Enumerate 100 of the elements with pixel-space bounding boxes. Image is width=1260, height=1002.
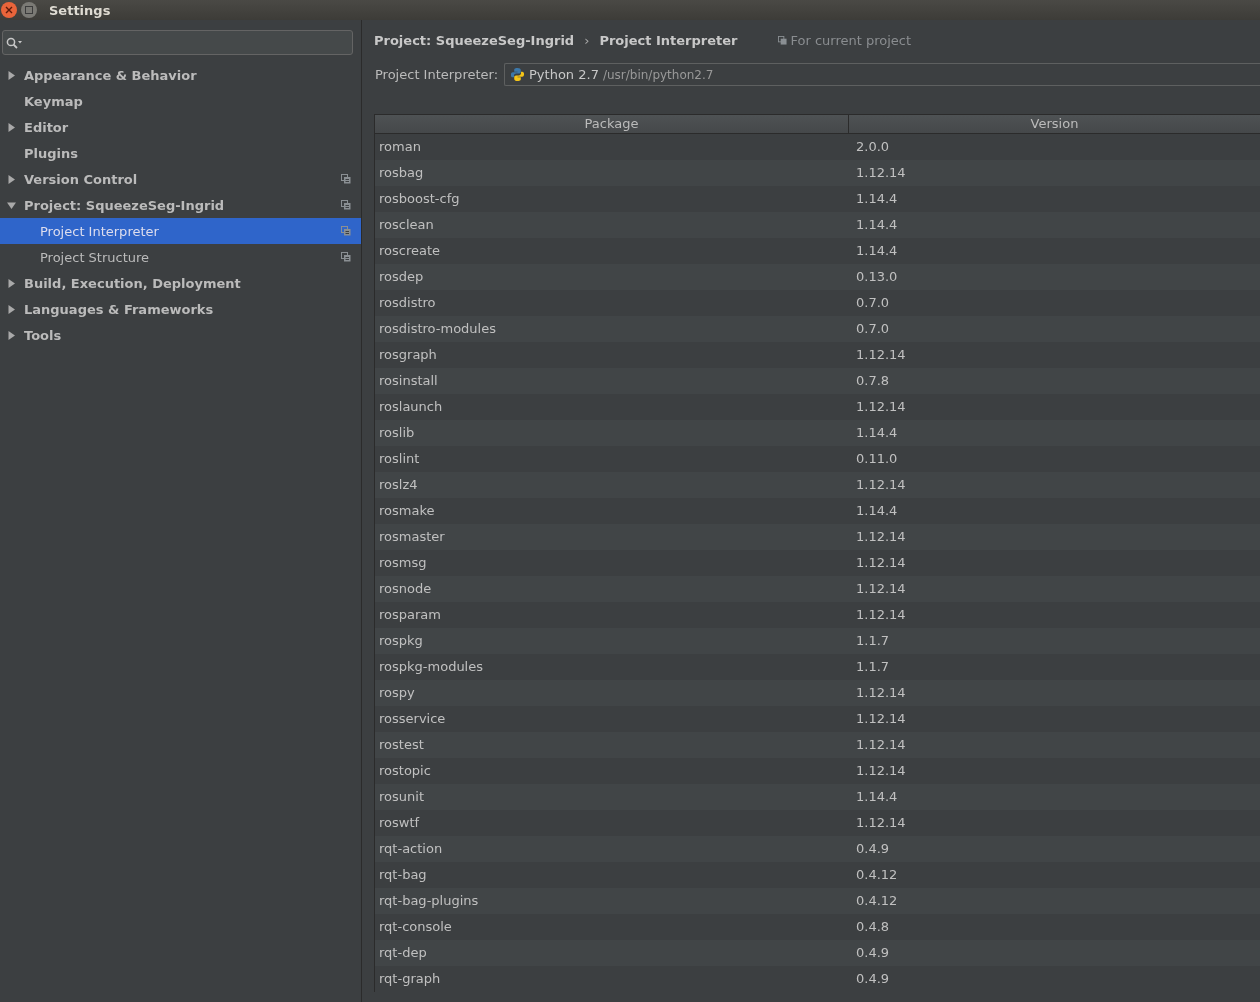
table-cell-text: rosgraph bbox=[378, 346, 438, 364]
collapsed-arrow-icon[interactable] bbox=[7, 175, 16, 184]
table-cell-text: 1.14.4 bbox=[855, 242, 899, 260]
sidebar-item[interactable]: Project Structure bbox=[0, 244, 361, 270]
close-icon bbox=[5, 6, 13, 14]
table-cell-text: 1.12.14 bbox=[855, 580, 907, 598]
table-cell-text: 1.12.14 bbox=[855, 736, 907, 754]
table-cell-text: rosmsg bbox=[378, 554, 428, 572]
collapsed-arrow-icon[interactable] bbox=[7, 71, 16, 80]
sidebar-item[interactable]: Project: SqueezeSeg-Ingrid bbox=[0, 192, 361, 218]
column-header[interactable]: Version bbox=[849, 115, 1260, 133]
table-cell-text: rqt-console bbox=[378, 918, 453, 936]
table-cell-text: 1.12.14 bbox=[855, 710, 907, 728]
expanded-arrow-icon[interactable] bbox=[7, 201, 16, 210]
sidebar-item[interactable]: Editor bbox=[0, 114, 361, 140]
interpreter-dropdown[interactable]: Python 2.7 /usr/bin/python2.7 bbox=[504, 63, 1260, 86]
table-cell-text: rospy bbox=[378, 684, 416, 702]
table-cell-text: rosmaster bbox=[378, 528, 446, 546]
table-cell-text: rqt-action bbox=[378, 840, 444, 858]
sidebar-item[interactable]: Appearance & Behavior bbox=[0, 62, 361, 88]
table-cell-text: rosboost-cfg bbox=[378, 190, 461, 208]
table-cell-text: 2.0.0 bbox=[855, 138, 891, 156]
copy-icon bbox=[341, 252, 351, 262]
table-cell-text: rosservice bbox=[378, 710, 447, 728]
search-icon bbox=[6, 36, 23, 49]
table-cell-text: rosmake bbox=[378, 502, 436, 520]
collapsed-arrow-icon[interactable] bbox=[7, 331, 16, 340]
table-cell-text: 1.1.7 bbox=[855, 658, 891, 676]
table-cell-text: 0.7.8 bbox=[855, 372, 891, 390]
sidebar-item[interactable]: Tools bbox=[0, 322, 361, 348]
table-cell-text: rqt-graph bbox=[378, 970, 442, 988]
copy-icon bbox=[341, 226, 351, 236]
table-cell-text: 1.12.14 bbox=[855, 684, 907, 702]
copy-icon bbox=[341, 174, 351, 184]
table-cell-text: 1.12.14 bbox=[855, 398, 907, 416]
table-cell-text: 1.14.4 bbox=[855, 216, 899, 234]
column-header[interactable]: Package bbox=[375, 115, 849, 133]
table-cell-text: rosnode bbox=[378, 580, 433, 598]
table-cell-text: 1.12.14 bbox=[855, 346, 907, 364]
table-cell-text: 1.12.14 bbox=[855, 528, 907, 546]
table-cell-text: 0.4.8 bbox=[855, 918, 891, 936]
breadcrumb-item: Project Interpreter bbox=[599, 32, 738, 48]
table-cell-text: 1.12.14 bbox=[855, 762, 907, 780]
table-cell-text: rosparam bbox=[378, 606, 442, 624]
table-cell-text: rosclean bbox=[378, 216, 435, 234]
table-cell-text: rqt-bag-plugins bbox=[378, 892, 480, 910]
python-logo-icon bbox=[510, 67, 526, 82]
sidebar-item[interactable]: Version Control bbox=[0, 166, 361, 192]
breadcrumb-separator: › bbox=[584, 32, 590, 48]
table-cell-text: 0.4.9 bbox=[855, 944, 891, 962]
table-cell-text: roman bbox=[378, 138, 422, 156]
sidebar-item[interactable]: Project Interpreter bbox=[0, 218, 361, 244]
copy-icon bbox=[777, 35, 787, 45]
table-cell-text: rosunit bbox=[378, 788, 425, 806]
table-cell-text: 1.14.4 bbox=[855, 502, 899, 520]
table-cell-text: 1.14.4 bbox=[855, 788, 899, 806]
interpreter-label: Project Interpreter: bbox=[375, 67, 499, 82]
maximize-button[interactable] bbox=[21, 2, 37, 18]
table-cell-text: 1.14.4 bbox=[855, 424, 899, 442]
table-cell-text: roswtf bbox=[378, 814, 421, 832]
sidebar-item[interactable]: Languages & Frameworks bbox=[0, 296, 361, 322]
table-cell-text: 1.12.14 bbox=[855, 164, 907, 182]
collapsed-arrow-icon[interactable] bbox=[7, 279, 16, 288]
table-cell-text: rostest bbox=[378, 736, 425, 754]
sidebar-item[interactable]: Build, Execution, Deployment bbox=[0, 270, 361, 296]
table-cell-text: rosdistro-modules bbox=[378, 320, 497, 338]
table-cell-text: 1.12.14 bbox=[855, 554, 907, 572]
sidebar-item[interactable]: Keymap bbox=[0, 88, 361, 114]
search-field[interactable] bbox=[2, 30, 353, 55]
window-title: Settings bbox=[49, 2, 111, 18]
table-cell-text: rqt-dep bbox=[378, 944, 428, 962]
table-cell-text: rospkg-modules bbox=[378, 658, 484, 676]
copy-icon bbox=[341, 200, 351, 210]
table-cell-text: roslint bbox=[378, 450, 421, 468]
table-cell-text: rosdep bbox=[378, 268, 425, 286]
table-cell-text: 0.4.9 bbox=[855, 970, 891, 988]
table-cell-text: 0.7.0 bbox=[855, 294, 891, 312]
table-cell-text: rostopic bbox=[378, 762, 432, 780]
table-cell-text: 0.4.12 bbox=[855, 892, 899, 910]
scope-note: For current project bbox=[790, 32, 912, 48]
table-cell-text: roslib bbox=[378, 424, 416, 442]
close-button[interactable] bbox=[1, 2, 17, 18]
table-cell-text: 0.11.0 bbox=[855, 450, 899, 468]
table-cell-text: 1.14.4 bbox=[855, 190, 899, 208]
table-cell-text: rospkg bbox=[378, 632, 424, 650]
table-cell-text: 1.12.14 bbox=[855, 476, 907, 494]
table-cell-text: 1.1.7 bbox=[855, 632, 891, 650]
table-cell-text: rosinstall bbox=[378, 372, 439, 390]
table-cell-text: rqt-bag bbox=[378, 866, 428, 884]
table-cell-text: rosdistro bbox=[378, 294, 437, 312]
table-cell-text: 0.4.12 bbox=[855, 866, 899, 884]
sidebar-item[interactable]: Plugins bbox=[0, 140, 361, 166]
table-cell-text: 0.13.0 bbox=[855, 268, 899, 286]
table-cell-text: rosbag bbox=[378, 164, 425, 182]
table-cell-text: roscreate bbox=[378, 242, 442, 260]
table-cell-text: roslaunch bbox=[378, 398, 444, 416]
collapsed-arrow-icon[interactable] bbox=[7, 123, 16, 132]
collapsed-arrow-icon[interactable] bbox=[7, 305, 16, 314]
breadcrumb-item: Project: SqueezeSeg-Ingrid bbox=[374, 32, 575, 48]
table-cell-text: 0.7.0 bbox=[855, 320, 891, 338]
